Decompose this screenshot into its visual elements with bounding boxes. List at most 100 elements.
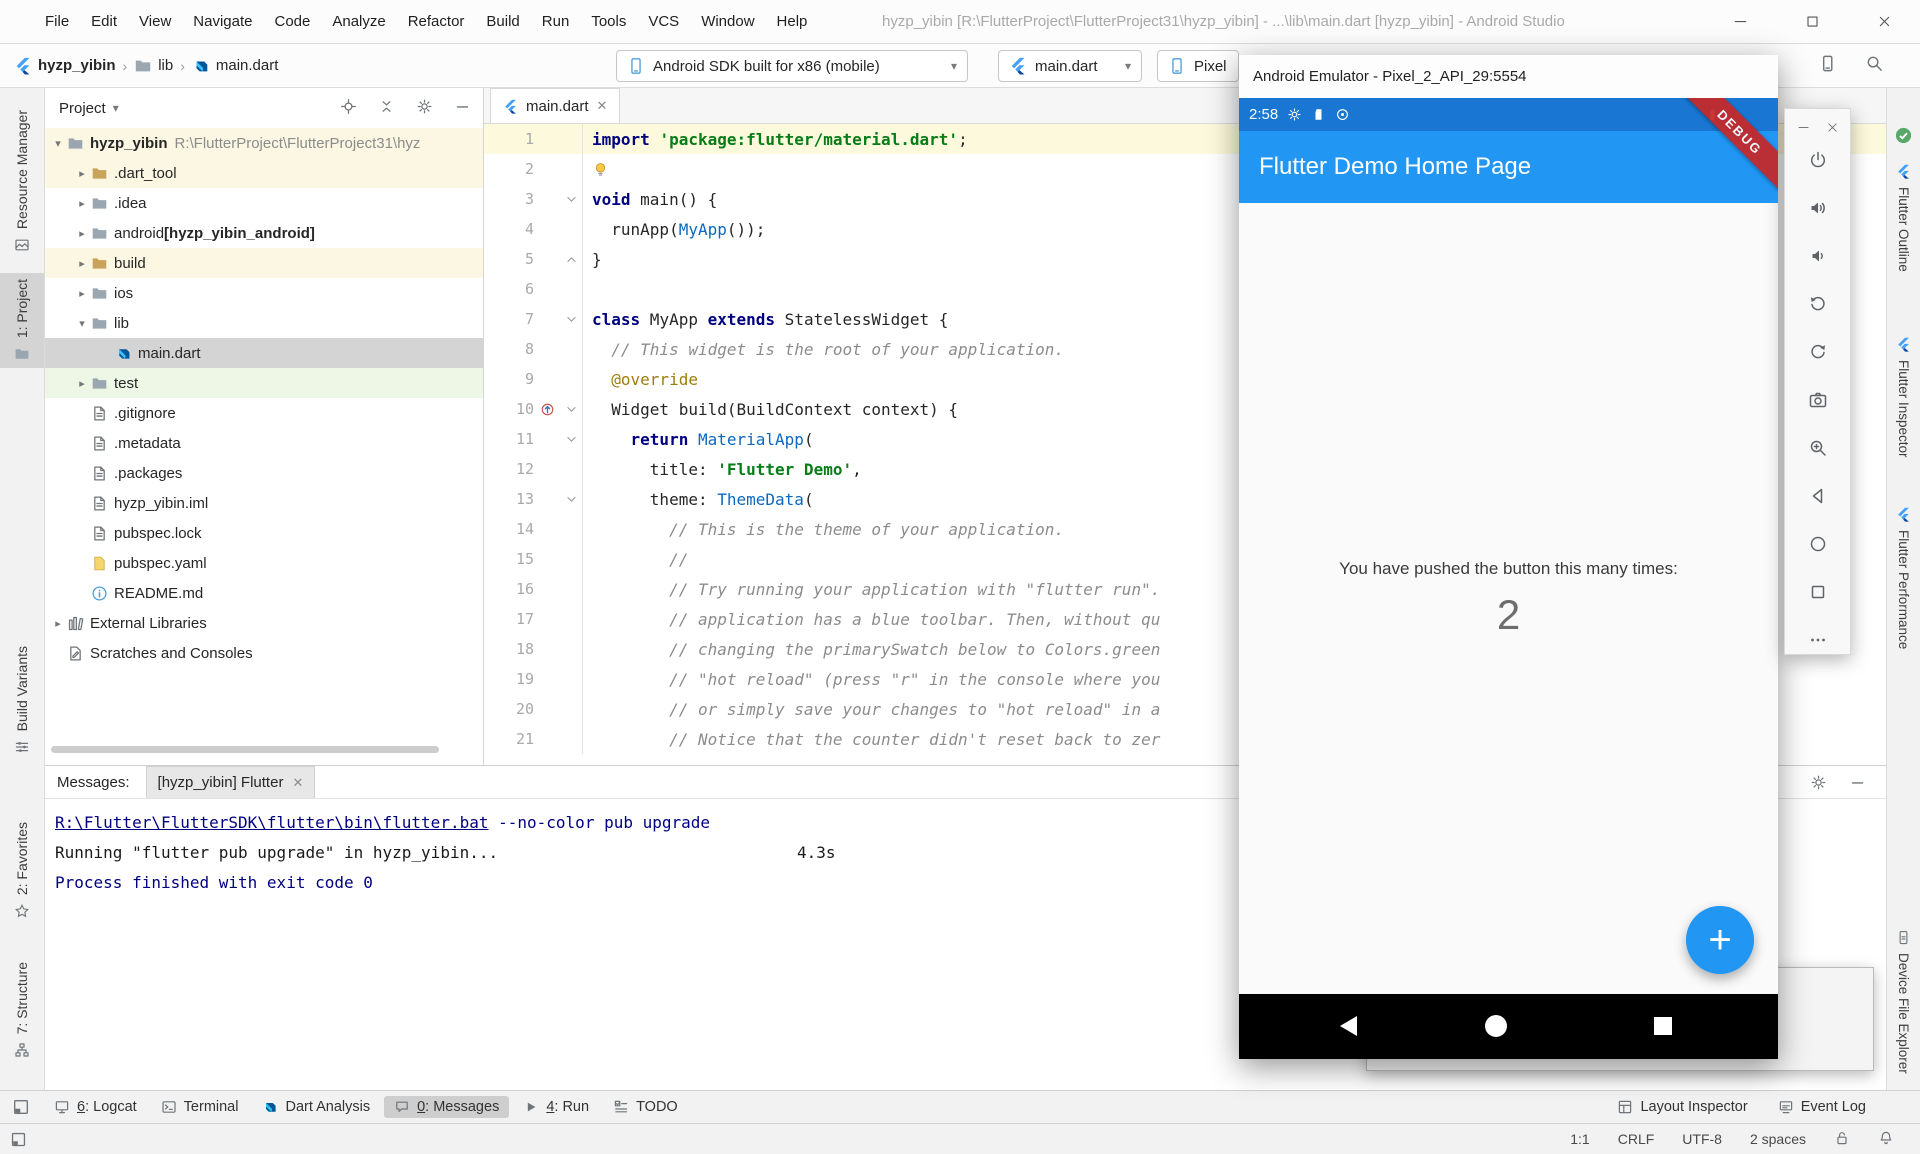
tree-row-hyzp_yibin[interactable]: ▾hyzp_yibinR:\FlutterProject\FlutterProj… xyxy=(45,128,483,158)
camera-button[interactable] xyxy=(1808,390,1828,414)
menu-analyze[interactable]: Analyze xyxy=(321,8,396,35)
readonly-lock-button[interactable] xyxy=(1834,1130,1850,1149)
tree-collapsed-icon[interactable]: ▸ xyxy=(49,617,67,630)
intention-bulb-icon[interactable] xyxy=(592,161,609,178)
toolwindow-button-event-log[interactable]: Event Log xyxy=(1768,1096,1876,1118)
menu-refactor[interactable]: Refactor xyxy=(397,8,476,35)
stripe-button-7-structure[interactable]: 7: Structure xyxy=(0,956,44,1064)
tree-row-scratches-and-consoles[interactable]: Scratches and Consoles xyxy=(45,638,483,668)
run-config-selector[interactable]: main.dart ▾ xyxy=(998,50,1142,82)
tree-row-lib[interactable]: ▾lib xyxy=(45,308,483,338)
stripe-button-flutter-performance[interactable]: Flutter Performance xyxy=(1887,503,1920,653)
stripe-button-2-favorites[interactable]: 2: Favorites xyxy=(0,816,44,925)
messages-tab[interactable]: [hyzp_yibin] Flutter ✕ xyxy=(146,766,316,798)
zoom-button[interactable] xyxy=(1808,438,1828,462)
rotate-right-button[interactable] xyxy=(1808,342,1828,366)
toolwindow-button-4-run[interactable]: 4: Run xyxy=(513,1096,599,1118)
minimize-button[interactable] xyxy=(1704,0,1776,43)
minimize-icon[interactable] xyxy=(1797,121,1810,134)
tree-row--idea[interactable]: ▸.idea xyxy=(45,188,483,218)
power-button[interactable] xyxy=(1808,150,1828,174)
maximize-button[interactable] xyxy=(1776,0,1848,43)
emulator-title-bar[interactable]: Android Emulator - Pixel_2_API_29:5554 xyxy=(1239,55,1778,98)
hide-button[interactable] xyxy=(454,98,471,119)
project-panel-title[interactable]: Project xyxy=(59,100,106,117)
tree-row-pubspec-lock[interactable]: pubspec.lock xyxy=(45,518,483,548)
breadcrumb-item-hyzp_yibin[interactable]: hyzp_yibin xyxy=(14,57,116,75)
menu-run[interactable]: Run xyxy=(531,8,581,35)
stripe-button-device-file-explorer[interactable]: Device File Explorer xyxy=(1887,926,1920,1078)
stripe-button-resource-manager[interactable]: Resource Manager xyxy=(0,104,44,259)
tree-collapsed-icon[interactable]: ▸ xyxy=(73,287,91,300)
menu-tools[interactable]: Tools xyxy=(580,8,637,35)
tree-row-pubspec-yaml[interactable]: pubspec.yaml xyxy=(45,548,483,578)
chevron-down-icon[interactable]: ▾ xyxy=(113,101,119,115)
tree-row--gitignore[interactable]: .gitignore xyxy=(45,398,483,428)
fold-toggle[interactable] xyxy=(560,493,582,506)
tree-row--packages[interactable]: .packages xyxy=(45,458,483,488)
status-item-1-1[interactable]: 1:1 xyxy=(1570,1131,1589,1147)
breadcrumb-item-main-dart[interactable]: main.dart xyxy=(192,57,279,75)
overview-icon[interactable] xyxy=(1654,1017,1672,1035)
tree-row-hyzp_yibin-iml[interactable]: hyzp_yibin.iml xyxy=(45,488,483,518)
breadcrumb-item-lib[interactable]: lib xyxy=(134,57,173,75)
horizontal-scrollbar[interactable] xyxy=(51,746,439,753)
more-button[interactable] xyxy=(1808,630,1828,654)
toolwindow-button-terminal[interactable]: Terminal xyxy=(151,1096,249,1118)
overview-button[interactable] xyxy=(1808,582,1828,606)
home-button[interactable] xyxy=(1808,534,1828,558)
tree-row-external-libraries[interactable]: ▸External Libraries xyxy=(45,608,483,638)
inspections-ok-icon[interactable] xyxy=(1894,126,1913,145)
close-icon[interactable] xyxy=(1826,121,1839,134)
menu-vcs[interactable]: VCS xyxy=(637,8,690,35)
menu-help[interactable]: Help xyxy=(766,8,819,35)
status-item-crlf[interactable]: CRLF xyxy=(1618,1131,1655,1147)
increment-fab[interactable]: + xyxy=(1686,906,1754,974)
tree-row-build[interactable]: ▸build xyxy=(45,248,483,278)
tree-row-android[interactable]: ▸android [hyzp_yibin_android] xyxy=(45,218,483,248)
menu-build[interactable]: Build xyxy=(475,8,530,35)
menu-code[interactable]: Code xyxy=(263,8,321,35)
tab-main-dart[interactable]: main.dart ✕ xyxy=(490,88,620,123)
home-icon[interactable] xyxy=(1485,1015,1507,1037)
tree-row-test[interactable]: ▸test xyxy=(45,368,483,398)
device-selector[interactable]: Android SDK built for x86 (mobile) ▾ xyxy=(616,50,968,82)
menu-view[interactable]: View xyxy=(128,8,182,35)
tree-row--dart_tool[interactable]: ▸.dart_tool xyxy=(45,158,483,188)
stripe-button-flutter-outline[interactable]: Flutter Outline xyxy=(1887,160,1920,276)
status-item-2-spaces[interactable]: 2 spaces xyxy=(1750,1131,1806,1147)
volume-up-button[interactable] xyxy=(1808,198,1828,222)
tree-collapsed-icon[interactable]: ▸ xyxy=(73,257,91,270)
rotate-left-button[interactable] xyxy=(1808,294,1828,318)
toolwindow-button-dart-analysis[interactable]: Dart Analysis xyxy=(252,1096,380,1118)
tree-row-ios[interactable]: ▸ios xyxy=(45,278,483,308)
fold-toggle[interactable] xyxy=(560,253,582,266)
emulator-screen[interactable]: 2:58 Flutter Demo Home Page DEBUG You ha… xyxy=(1239,98,1778,1059)
fold-toggle[interactable] xyxy=(560,193,582,206)
close-tab-icon[interactable]: ✕ xyxy=(292,775,303,791)
stripe-button-1-project[interactable]: 1: Project xyxy=(0,273,44,368)
console-command-link[interactable]: R:\Flutter\FlutterSDK\flutter\bin\flutte… xyxy=(55,813,488,832)
back-button[interactable] xyxy=(1808,486,1828,510)
gear-button[interactable] xyxy=(416,98,433,119)
tool-windows-toggle-icon[interactable] xyxy=(12,1098,30,1116)
menu-window[interactable]: Window xyxy=(690,8,765,35)
tree-expanded-icon[interactable]: ▾ xyxy=(73,317,91,330)
tree-collapsed-icon[interactable]: ▸ xyxy=(73,227,91,240)
locate-button[interactable] xyxy=(340,98,357,119)
close-tab-icon[interactable]: ✕ xyxy=(597,98,608,114)
tree-collapsed-icon[interactable]: ▸ xyxy=(73,377,91,390)
menu-file[interactable]: File xyxy=(34,8,80,35)
tree-row-readme-md[interactable]: README.md xyxy=(45,578,483,608)
tree-collapsed-icon[interactable]: ▸ xyxy=(73,197,91,210)
tree-expanded-icon[interactable]: ▾ xyxy=(49,137,67,150)
menu-edit[interactable]: Edit xyxy=(80,8,128,35)
collapse-all-button[interactable] xyxy=(378,98,395,119)
tree-row-main-dart[interactable]: main.dart xyxy=(45,338,483,368)
toolwindow-button-todo[interactable]: TODO xyxy=(603,1096,688,1118)
stripe-button-flutter-inspector[interactable]: Flutter Inspector xyxy=(1887,333,1920,462)
toolwindow-button-layout-inspector[interactable]: Layout Inspector xyxy=(1607,1096,1757,1118)
stripe-button-build-variants[interactable]: Build Variants xyxy=(0,640,44,761)
tree-row--metadata[interactable]: .metadata xyxy=(45,428,483,458)
menu-navigate[interactable]: Navigate xyxy=(182,8,263,35)
